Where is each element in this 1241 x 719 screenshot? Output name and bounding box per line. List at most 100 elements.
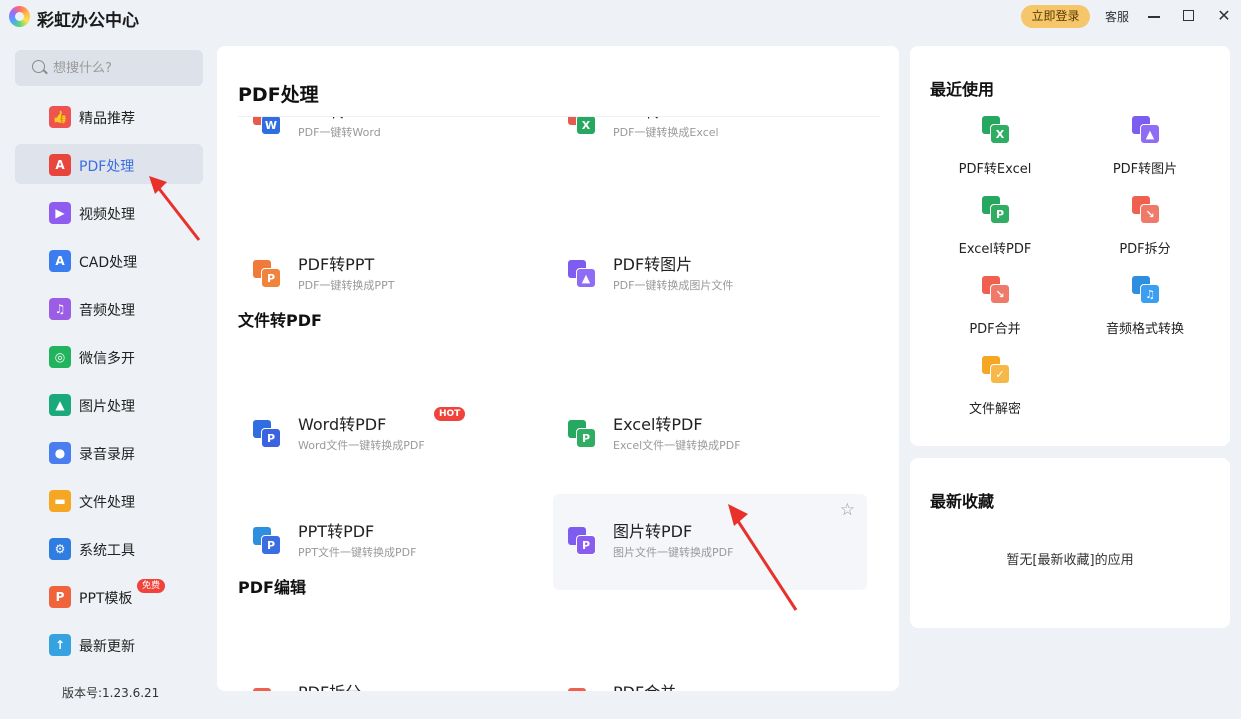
minimize-icon[interactable] bbox=[1148, 16, 1160, 18]
favorites-title: 最新收藏 bbox=[930, 492, 995, 511]
tool-card-pdf-merge[interactable]: ↘ PDF合并 bbox=[553, 655, 867, 691]
search-box[interactable] bbox=[15, 50, 203, 86]
search-input[interactable] bbox=[53, 58, 193, 78]
pdf-to-image-icon: ▲ bbox=[566, 258, 598, 290]
doc-glyph: X bbox=[576, 117, 596, 135]
tool-card-title: 图片转PDF bbox=[613, 522, 693, 541]
tool-card-description: 图片文件一键转换成PDF bbox=[613, 546, 734, 559]
sidebar-item-video[interactable]: ▶ 视频处理 bbox=[15, 192, 203, 232]
tool-card-title: PDF合并 bbox=[613, 679, 676, 691]
tool-card-pdf-to-image[interactable]: ▲ PDF转图片 PDF一键转换成图片文件 bbox=[553, 227, 867, 323]
tool-card-title: PDF转Word bbox=[298, 117, 386, 122]
pdf-to-excel-icon: X bbox=[566, 117, 598, 137]
sidebar-item-gear[interactable]: ⚙ 系统工具 bbox=[15, 528, 203, 568]
tool-card-pdf-split[interactable]: ↘ PDF拆分 bbox=[238, 655, 552, 691]
sidebar-item-mic[interactable]: ● 录音录屏 bbox=[15, 432, 203, 472]
tool-card-description: PDF一键转换成PPT bbox=[298, 279, 395, 292]
doc-glyph: ▲ bbox=[576, 268, 596, 288]
file-decrypt-icon: ✓ bbox=[980, 354, 1012, 386]
recent-item-pdf-to-image[interactable]: ▲ PDF转图片 bbox=[1070, 114, 1220, 184]
tool-card-pdf-to-excel[interactable]: X PDF转Excel PDF一键转换成Excel bbox=[553, 117, 867, 170]
wechat-icon: ◎ bbox=[49, 346, 71, 368]
sidebar-item-folder[interactable]: ▬ 文件处理 bbox=[15, 480, 203, 520]
cad-icon: A bbox=[49, 250, 71, 272]
pdf-split-icon: ↘ bbox=[1130, 194, 1162, 226]
maximize-icon[interactable] bbox=[1183, 10, 1194, 21]
tool-card-description: Word文件一键转换成PDF bbox=[298, 439, 425, 452]
sidebar-item-label: CAD处理 bbox=[79, 255, 138, 271]
doc-glyph: P bbox=[261, 268, 281, 288]
word-to-pdf-icon: P bbox=[251, 418, 283, 450]
tool-card-ppt-to-pdf[interactable]: P PPT转PDF PPT文件一键转换成PDF bbox=[238, 494, 552, 590]
tool-card-word-to-pdf[interactable]: P Word转PDF Word文件一键转换成PDF HOT bbox=[238, 387, 552, 483]
music-icon: ♫ bbox=[49, 298, 71, 320]
version-label: 版本号:1.23.6.21 bbox=[62, 686, 160, 700]
doc-glyph: P bbox=[261, 428, 281, 448]
folder-icon: ▬ bbox=[49, 490, 71, 512]
recent-title: 最近使用 bbox=[930, 80, 995, 99]
pdf-merge-icon: ↘ bbox=[980, 274, 1012, 306]
tool-card-excel-to-pdf[interactable]: P Excel转PDF Excel文件一键转换成PDF bbox=[553, 387, 867, 483]
sidebar-item-ppt[interactable]: P PPT模板 免费 bbox=[15, 576, 203, 616]
sidebar-item-label: PDF处理 bbox=[79, 159, 135, 175]
doc-glyph: ↘ bbox=[1140, 204, 1160, 224]
title-bar: 彩虹办公中心 立即登录 客服 ✕ bbox=[0, 0, 1241, 34]
sidebar-item-label: 音频处理 bbox=[79, 303, 135, 319]
sidebar-item-pdf[interactable]: A PDF处理 bbox=[15, 144, 203, 184]
recent-item-audio-convert[interactable]: ♫ 音频格式转换 bbox=[1070, 274, 1220, 344]
recent-item-label: PDF拆分 bbox=[1119, 242, 1171, 257]
sidebar-item-label: 精品推荐 bbox=[79, 111, 135, 127]
sidebar-item-label: PPT模板 bbox=[79, 591, 133, 607]
doc-glyph: ♫ bbox=[1140, 284, 1160, 304]
tool-card-title: PDF转图片 bbox=[613, 255, 693, 274]
upload-icon: ↑ bbox=[49, 634, 71, 656]
sidebar-item-image[interactable]: ▲ 图片处理 bbox=[15, 384, 203, 424]
tool-card-image-to-pdf[interactable]: P 图片转PDF 图片文件一键转换成PDF ☆ bbox=[553, 494, 867, 590]
recent-item-label: Excel转PDF bbox=[958, 242, 1032, 257]
sidebar-item-wechat[interactable]: ◎ 微信多开 bbox=[15, 336, 203, 376]
image-to-pdf-icon: P bbox=[566, 525, 598, 557]
tool-list[interactable]: 文件转PDF PDF编辑 WPDF转WordPDF一键转WordXPDF转Exc… bbox=[217, 117, 899, 691]
app-title: 彩虹办公中心 bbox=[37, 11, 139, 31]
gear-icon: ⚙ bbox=[49, 538, 71, 560]
sidebar-item-upload[interactable]: ↑ 最新更新 bbox=[15, 624, 203, 664]
recent-item-file-decrypt[interactable]: ✓ 文件解密 bbox=[920, 354, 1070, 424]
tool-card-pdf-to-ppt[interactable]: P PDF转PPT PDF一键转换成PPT bbox=[238, 227, 552, 323]
mic-icon: ● bbox=[49, 442, 71, 464]
customer-service-button[interactable]: 客服 bbox=[1105, 8, 1129, 25]
doc-glyph: P bbox=[576, 535, 596, 555]
tool-card-title: PDF拆分 bbox=[298, 679, 361, 691]
tool-card-description: Excel文件一键转换成PDF bbox=[613, 439, 741, 452]
recent-item-label: 音频格式转换 bbox=[1105, 322, 1184, 337]
doc-glyph: P bbox=[576, 428, 596, 448]
recent-item-pdf-to-excel[interactable]: X PDF转Excel bbox=[920, 114, 1070, 184]
recent-item-label: 文件解密 bbox=[968, 402, 1021, 417]
rainbow-logo-icon bbox=[9, 6, 30, 27]
doc-glyph: X bbox=[990, 124, 1010, 144]
tool-card-title: PPT转PDF bbox=[298, 522, 375, 541]
close-icon[interactable]: ✕ bbox=[1215, 6, 1233, 26]
recent-item-label: PDF转Excel bbox=[958, 162, 1032, 177]
doc-glyph: ↘ bbox=[990, 284, 1010, 304]
sidebar-item-thumbs-up[interactable]: 👍 精品推荐 bbox=[15, 96, 203, 136]
login-button[interactable]: 立即登录 bbox=[1021, 5, 1090, 28]
recent-item-pdf-merge[interactable]: ↘ PDF合并 bbox=[920, 274, 1070, 344]
search-icon bbox=[32, 60, 45, 73]
sidebar-item-label: 文件处理 bbox=[79, 495, 135, 511]
free-badge: 免费 bbox=[137, 579, 166, 593]
doc-glyph: ✓ bbox=[990, 364, 1010, 384]
star-icon[interactable]: ☆ bbox=[840, 500, 855, 520]
recent-item-excel-to-pdf[interactable]: P Excel转PDF bbox=[920, 194, 1070, 264]
pdf-to-excel-icon: X bbox=[980, 114, 1012, 146]
ppt-icon: P bbox=[49, 586, 71, 608]
recent-item-pdf-split[interactable]: ↘ PDF拆分 bbox=[1070, 194, 1220, 264]
tool-card-title: Word转PDF bbox=[298, 415, 387, 434]
tool-card-description: PPT文件一键转换成PDF bbox=[298, 546, 417, 559]
hot-badge: HOT bbox=[434, 407, 466, 421]
sidebar-item-label: 视频处理 bbox=[79, 207, 135, 223]
pdf-split-icon: ↘ bbox=[251, 686, 283, 691]
ppt-to-pdf-icon: P bbox=[251, 525, 283, 557]
sidebar-item-music[interactable]: ♫ 音频处理 bbox=[15, 288, 203, 328]
tool-card-pdf-to-word[interactable]: W PDF转Word PDF一键转Word bbox=[238, 117, 552, 170]
sidebar-item-cad[interactable]: A CAD处理 bbox=[15, 240, 203, 280]
